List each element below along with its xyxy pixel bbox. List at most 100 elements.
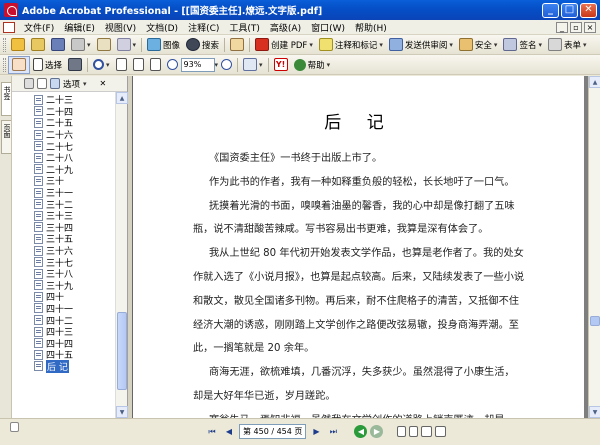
menu-tools[interactable]: 工具(T) (224, 21, 265, 34)
attach-button[interactable]: ▾ (114, 36, 140, 54)
bookmarks-scrollbar[interactable]: ▲ ▼ (115, 92, 128, 418)
new-bookmark-icon[interactable] (37, 78, 47, 89)
scroll-down-arrow-icon[interactable]: ▼ (116, 406, 128, 418)
document-scrollbar[interactable]: ▲ ▼ (588, 76, 600, 418)
doc-scroll-up-icon[interactable]: ▲ (589, 76, 600, 88)
bookmark-item[interactable]: 三十七 (12, 256, 116, 269)
select-tool-button[interactable]: 选择 (30, 56, 65, 74)
options-menu[interactable]: 选项 (63, 78, 80, 90)
bookmark-item[interactable]: 三十四 (12, 222, 116, 234)
first-page-icon[interactable]: ⏮ (205, 425, 219, 439)
bookmark-item[interactable]: 四十四 (12, 337, 116, 350)
continuous-icon[interactable] (409, 426, 419, 437)
zoom-out-button[interactable] (164, 56, 181, 74)
doc-restore-button[interactable]: ▫ (570, 21, 582, 33)
menu-edit[interactable]: 编辑(E) (59, 21, 100, 34)
expand-bookmark-icon[interactable] (50, 78, 60, 89)
comment-markup-button[interactable]: 注释和标记 ▾ (316, 36, 386, 54)
send-review-button[interactable]: 发送供审阅 ▾ (386, 36, 456, 54)
bookmark-item[interactable]: 二十六 (12, 129, 116, 141)
picture-icon (147, 38, 162, 51)
email-button[interactable] (94, 36, 114, 54)
bookmark-item[interactable]: 二十九 (12, 164, 116, 176)
secure-lock-button[interactable] (227, 36, 247, 54)
next-view-icon[interactable]: ▶ (370, 425, 384, 438)
bookmark-item[interactable]: 二十三 (12, 94, 116, 106)
bookmark-item[interactable]: 四十二 (12, 314, 116, 327)
bookmark-item[interactable]: 二十五 (12, 117, 116, 129)
bookmark-item[interactable]: 四十一 (12, 303, 116, 315)
help-button[interactable]: 帮助 ▾ (291, 56, 334, 74)
menu-window[interactable]: 窗口(W) (306, 21, 350, 34)
menu-view[interactable]: 视图(V) (100, 21, 141, 34)
scroll-up-arrow-icon[interactable]: ▲ (116, 92, 128, 104)
bookmark-item[interactable]: 三十 (12, 175, 116, 187)
print-button[interactable]: ▾ (68, 36, 94, 54)
fit-page-button[interactable] (130, 56, 147, 74)
doc-minimize-button[interactable]: _ (556, 21, 568, 33)
zoom-field[interactable]: 93% (180, 57, 215, 72)
sign-button[interactable]: 签名 ▾ (500, 36, 545, 54)
create-pdf-button[interactable]: 创建 PDF ▾ (252, 36, 316, 54)
bookmark-item[interactable]: 四十五 (12, 349, 116, 361)
bookmark-item[interactable]: 三十八 (12, 268, 116, 280)
bookmark-item[interactable]: 四十三 (12, 326, 116, 338)
close-panel-icon[interactable]: ✕ (100, 79, 107, 88)
toolbar-grip[interactable] (3, 57, 6, 72)
previous-page-icon[interactable]: ◀ (222, 425, 236, 439)
bookmark-item[interactable]: 三十二 (12, 198, 116, 211)
hand-tool-button[interactable] (8, 55, 30, 74)
document-icon[interactable] (3, 21, 15, 33)
save-button[interactable] (48, 36, 68, 54)
bookmark-item[interactable]: 二十八 (12, 152, 116, 164)
doc-scroll-thumb[interactable] (590, 316, 600, 326)
doc-close-button[interactable]: × (584, 21, 596, 33)
actual-size-button[interactable] (113, 56, 130, 74)
menu-advanced[interactable]: 高级(A) (265, 21, 306, 34)
delete-bookmark-icon[interactable] (24, 78, 34, 89)
picture-tasks-button[interactable]: 图像 (144, 36, 183, 54)
zoom-tool-button[interactable]: ▾ (90, 56, 113, 74)
next-page-icon[interactable]: ▶ (309, 425, 323, 439)
bookmark-item[interactable]: 三十六 (12, 245, 116, 257)
bookmark-item[interactable]: 四十 (12, 291, 116, 303)
minimize-button[interactable]: _ (542, 2, 559, 18)
bookmark-item[interactable]: 二十四 (12, 106, 116, 118)
secure-button[interactable]: 安全 ▾ (456, 36, 501, 54)
rotate-button[interactable]: ▾ (240, 56, 266, 74)
tab-bookmarks-label: 书签 (3, 86, 11, 100)
forms-button[interactable]: 表单 ▾ (545, 36, 590, 54)
bookmark-item[interactable]: 后 记 (12, 359, 116, 373)
menu-document[interactable]: 文档(D) (141, 21, 183, 34)
bookmark-item[interactable]: 三十九 (12, 280, 116, 292)
search-button[interactable]: 搜索 (183, 36, 222, 54)
scroll-thumb[interactable] (117, 312, 127, 390)
last-page-icon[interactable]: ⏭ (326, 425, 340, 439)
tab-bookmarks[interactable]: 书签 (1, 82, 11, 116)
bookmark-item[interactable]: 三十一 (12, 187, 116, 199)
bookmark-item[interactable]: 二十七 (12, 140, 116, 153)
bookmark-item[interactable]: 三十五 (12, 233, 116, 245)
snapshot-button[interactable] (65, 56, 85, 74)
page-number-field[interactable]: 第 450 / 454 页 (239, 424, 307, 439)
zoom-in-button[interactable] (218, 56, 235, 74)
open-button[interactable] (8, 36, 28, 54)
fit-width-button[interactable] (147, 56, 164, 74)
bookmark-page-icon (34, 129, 43, 140)
facing-icon[interactable] (421, 426, 433, 437)
close-button[interactable]: ✕ (580, 2, 597, 18)
organizer-button[interactable] (28, 36, 48, 54)
menu-help[interactable]: 帮助(H) (350, 21, 392, 34)
toolbar-grip[interactable] (3, 37, 6, 52)
yahoo-button[interactable]: Y! (271, 56, 291, 74)
continuous-facing-icon[interactable] (435, 426, 447, 437)
menu-file[interactable]: 文件(F) (19, 21, 59, 34)
options-dropdown-icon[interactable]: ▾ (83, 80, 87, 88)
previous-view-icon[interactable]: ◀ (354, 425, 368, 438)
tab-pages[interactable]: 页面 (1, 120, 11, 154)
menu-comments[interactable]: 注释(C) (183, 21, 224, 34)
doc-scroll-down-icon[interactable]: ▼ (589, 406, 600, 418)
single-page-icon[interactable] (397, 426, 407, 437)
bookmark-item[interactable]: 三十三 (12, 210, 116, 222)
maximize-button[interactable]: □ (561, 2, 578, 18)
